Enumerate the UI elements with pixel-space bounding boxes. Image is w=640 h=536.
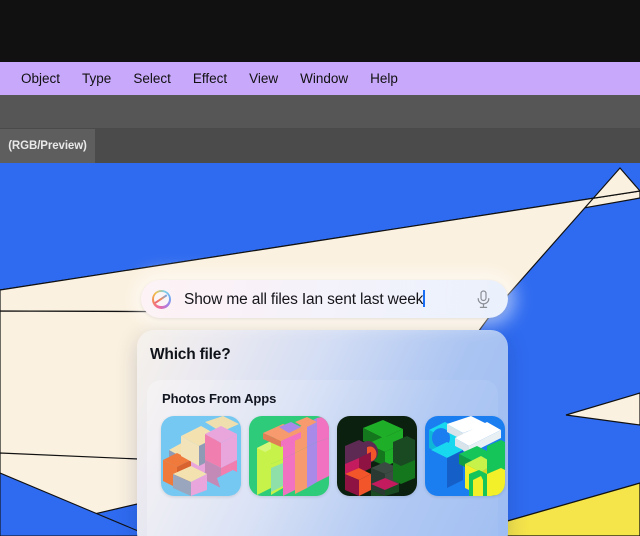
menu-item-help[interactable]: Help [359, 67, 409, 91]
isometric-cyan-artwork-icon [425, 416, 505, 496]
window-titlebar [0, 0, 640, 62]
control-toolbar [0, 95, 640, 129]
document-tab[interactable]: (RGB/Preview) [0, 129, 95, 163]
isometric-dark-artwork-icon [337, 416, 417, 496]
photos-section-card: Photos From Apps [147, 380, 498, 536]
photo-thumbnail-isometric-dark[interactable] [337, 416, 417, 496]
menu-item-object[interactable]: Object [10, 67, 71, 91]
assistant-suggestion-panel: Which file? Photos From Apps [137, 330, 508, 536]
photo-thumbnail-isometric-cyan[interactable] [425, 416, 505, 496]
search-input-value: Show me all files Ian sent last week [184, 291, 423, 308]
document-tab-strip: (RGB/Preview) [0, 129, 640, 163]
text-caret [423, 290, 425, 307]
isometric-pastel-artwork-icon [161, 416, 241, 496]
photo-thumbnail-isometric-pastel[interactable] [161, 416, 241, 496]
menu-bar: Object Type Select Effect View Window He… [0, 62, 640, 95]
assistant-search-bar[interactable]: Show me all files Ian sent last week [141, 280, 508, 318]
document-tab-label: (RGB/Preview) [8, 140, 87, 152]
siri-orb-icon [152, 290, 171, 309]
section-title: Photos From Apps [162, 391, 276, 406]
search-input[interactable]: Show me all files Ian sent last week [184, 290, 473, 309]
panel-title: Which file? [150, 346, 230, 364]
photo-thumbnail-row [161, 416, 505, 496]
menu-item-effect[interactable]: Effect [182, 67, 238, 91]
menu-item-type[interactable]: Type [71, 67, 122, 91]
menu-item-select[interactable]: Select [122, 67, 182, 91]
isometric-green-artwork-icon [249, 416, 329, 496]
microphone-icon[interactable] [473, 288, 493, 310]
menu-item-view[interactable]: View [238, 67, 289, 91]
menu-item-window[interactable]: Window [289, 67, 359, 91]
photo-thumbnail-isometric-green[interactable] [249, 416, 329, 496]
microphone-glyph [476, 290, 491, 309]
